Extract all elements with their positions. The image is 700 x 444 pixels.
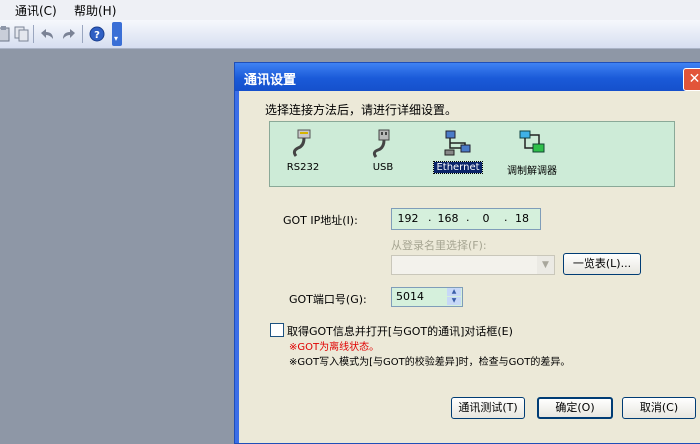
help-icon[interactable]: ? (87, 24, 107, 44)
login-name-combo[interactable]: ▼ (391, 255, 555, 275)
undo-icon[interactable] (37, 24, 57, 44)
checkbox-label[interactable]: 取得GOT信息并打开[与GOT的通讯]对话框(E) (287, 323, 513, 339)
got-port-field[interactable]: 5014 ▲ ▼ (391, 287, 463, 307)
close-button[interactable]: ✕ (683, 68, 700, 91)
method-ethernet[interactable]: Ethernet (423, 126, 493, 182)
got-ip-label: GOT IP地址(I): (283, 214, 358, 227)
method-label: Ethernet (433, 161, 483, 174)
modem-icon (519, 130, 545, 153)
redo-icon[interactable] (59, 24, 79, 44)
method-label: 调制解调器 (507, 166, 557, 177)
toolbar-separator (82, 25, 83, 43)
port-stepper[interactable]: ▲ ▼ (446, 288, 462, 306)
menu-bar: 通讯(C) 帮助(H) (0, 0, 700, 20)
login-name-label: 从登录名里选择(F): (391, 239, 487, 252)
spin-down-icon[interactable]: ▼ (447, 297, 461, 305)
communication-settings-dialog: 通讯设置 ✕ 选择连接方法后，请进行详细设置。 RS232 USB Ethern… (234, 62, 700, 444)
toolbar: ? (0, 20, 700, 49)
method-usb[interactable]: USB (348, 126, 418, 182)
dialog-titlebar[interactable]: 通讯设置 ✕ (235, 63, 700, 91)
connection-prompt: 选择连接方法后，请进行详细设置。 (265, 103, 458, 117)
port-value: 5014 (396, 290, 424, 303)
ip-octet: 18 (515, 212, 529, 225)
write-mode-note: ※GOT写入模式为[与GOT的校验差异]时，检查与GOT的差异。 (289, 357, 571, 368)
usb-plug-icon (372, 129, 390, 158)
close-icon: ✕ (688, 71, 700, 87)
menu-communication[interactable]: 通讯(C) (15, 2, 57, 19)
open-got-dialog-checkbox[interactable] (270, 323, 284, 337)
toolbar-overflow-chevron-icon[interactable]: ▾ (112, 22, 122, 46)
ip-separator: . (466, 211, 470, 224)
ip-separator: . (428, 211, 432, 224)
copy-icon[interactable] (12, 24, 32, 44)
method-label: USB (372, 162, 394, 173)
method-rs232[interactable]: RS232 (268, 126, 338, 182)
method-modem[interactable]: 调制解调器 (497, 126, 567, 182)
got-port-label: GOT端口号(G): (289, 293, 367, 306)
communication-test-button[interactable]: 通讯测试(T) (451, 397, 525, 419)
chevron-down-icon[interactable]: ▼ (537, 256, 554, 274)
ip-octet: 192 (397, 212, 419, 225)
dialog-title: 通讯设置 (244, 73, 297, 88)
ip-octet: 0 (482, 212, 490, 225)
cancel-button[interactable]: 取消(C) (622, 397, 696, 419)
menu-help[interactable]: 帮助(H) (74, 2, 116, 19)
connection-method-panel: RS232 USB Ethernet 调制解调器 (269, 121, 675, 187)
offline-warning: ※GOT为离线状态。 (289, 342, 380, 353)
network-icon (444, 130, 471, 156)
svg-text:?: ? (94, 30, 100, 41)
got-ip-address-field[interactable]: 192 . 168 . 0 . 18 (391, 208, 541, 230)
ip-separator: . (504, 211, 508, 224)
list-button[interactable]: 一览表(L)... (563, 253, 641, 275)
dialog-client: 选择连接方法后，请进行详细设置。 RS232 USB Ethernet 调制解调… (239, 91, 700, 443)
method-label: RS232 (286, 162, 320, 173)
ok-button[interactable]: 确定(O) (537, 397, 613, 419)
ip-octet: 168 (437, 212, 459, 225)
toolbar-separator (33, 25, 34, 43)
spin-up-icon[interactable]: ▲ (447, 288, 461, 296)
serial-cable-icon (292, 129, 311, 157)
